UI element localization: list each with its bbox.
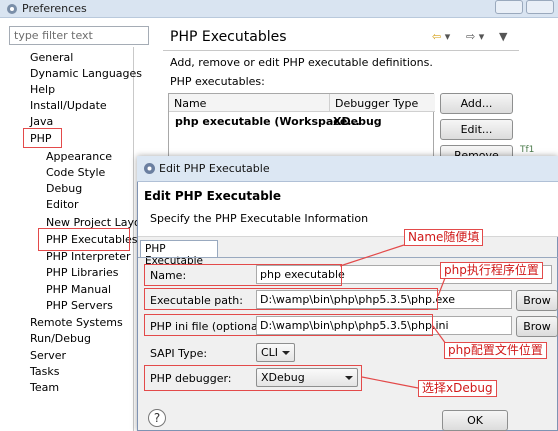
- annotation-name: Name随便填: [404, 229, 484, 246]
- annotation-ini: php配置文件位置: [444, 342, 547, 359]
- annotation-connectors: [339, 244, 447, 389]
- name-connector: [339, 244, 405, 267]
- annotation-debugger: 选择xDebug: [418, 380, 497, 397]
- debugger-connector: [361, 376, 419, 389]
- exe-connector: [437, 277, 446, 297]
- annotation-exe: php执行程序位置: [440, 262, 543, 279]
